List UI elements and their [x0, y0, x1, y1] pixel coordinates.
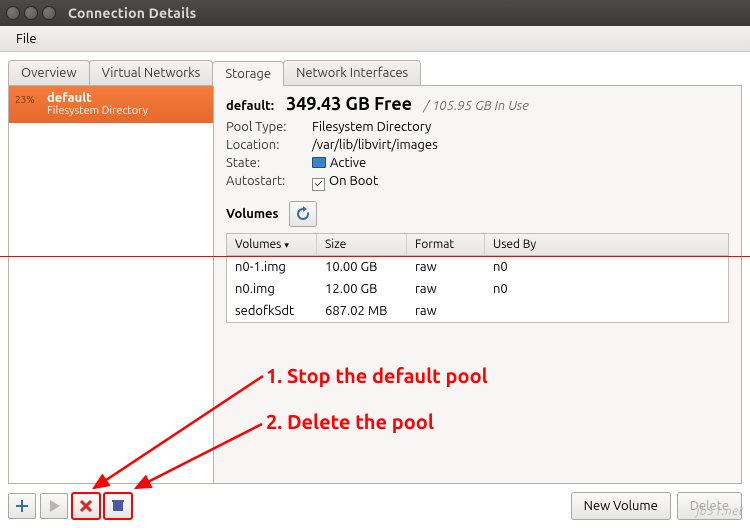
annotation-step-2: 2. Delete the pool — [266, 410, 434, 433]
pool-usage-percent: 23% — [15, 94, 35, 105]
value-autostart: ✓On Boot — [312, 174, 729, 191]
trash-icon — [111, 499, 125, 513]
tab-storage[interactable]: Storage — [212, 61, 284, 86]
pool-type-label: Filesystem Directory — [47, 105, 203, 117]
table-row[interactable]: n0-1.img 10.00 GB raw n0 — [227, 256, 728, 278]
volumes-table: Volumes Size Format Used By n0-1.img 10.… — [226, 233, 729, 323]
menu-file[interactable]: File — [8, 29, 45, 49]
label-location: Location: — [226, 138, 312, 152]
table-row[interactable]: n0.img 12.00 GB raw n0 — [227, 278, 728, 300]
close-window-button[interactable] — [6, 6, 20, 20]
col-size[interactable]: Size — [317, 234, 407, 255]
table-row[interactable]: sedofkSdt 687.02 MB raw — [227, 300, 728, 322]
monitor-icon — [312, 157, 326, 168]
col-volumes[interactable]: Volumes — [227, 234, 317, 255]
label-autostart: Autostart: — [226, 174, 312, 191]
label-pool-type: Pool Type: — [226, 120, 312, 134]
refresh-volumes-button[interactable] — [289, 201, 317, 227]
add-pool-button[interactable] — [8, 493, 36, 519]
pool-list-item-default[interactable]: 23% default Filesystem Directory — [9, 86, 213, 123]
menubar: File — [0, 26, 750, 52]
window-title: Connection Details — [68, 5, 196, 21]
refresh-icon — [295, 206, 311, 222]
new-volume-button[interactable]: New Volume — [571, 492, 671, 520]
value-location: /var/lib/libvirt/images — [312, 138, 729, 152]
detail-free: 349.43 GB Free — [286, 94, 412, 114]
minimize-window-button[interactable] — [24, 6, 38, 20]
watermark: jb51.net — [696, 505, 744, 518]
stop-x-icon — [79, 499, 93, 513]
col-usedby[interactable]: Used By — [485, 234, 728, 255]
value-state: Active — [312, 156, 729, 170]
start-pool-button[interactable] — [40, 493, 68, 519]
volumes-heading: Volumes — [226, 207, 279, 221]
tab-row: Overview Virtual Networks Storage Networ… — [8, 60, 742, 86]
value-pool-type: Filesystem Directory — [312, 120, 729, 134]
window-titlebar: Connection Details — [0, 0, 750, 26]
detail-inuse: / 105.95 GB In Use — [424, 99, 529, 113]
annotation-arrow-2 — [130, 418, 270, 498]
tab-virtual-networks[interactable]: Virtual Networks — [89, 60, 214, 85]
play-icon — [47, 499, 61, 513]
annotation-step-1: 1. Stop the default pool — [266, 364, 488, 387]
autostart-checkbox[interactable]: ✓ — [312, 178, 325, 191]
label-state: State: — [226, 156, 312, 170]
annotation-divider-line — [0, 256, 750, 257]
col-format[interactable]: Format — [407, 234, 485, 255]
maximize-window-button[interactable] — [42, 6, 56, 20]
tab-network-interfaces[interactable]: Network Interfaces — [283, 60, 421, 85]
pool-name-label: default — [47, 91, 203, 105]
tab-overview[interactable]: Overview — [8, 60, 90, 85]
detail-name: default: — [226, 99, 274, 113]
plus-icon — [14, 498, 30, 514]
